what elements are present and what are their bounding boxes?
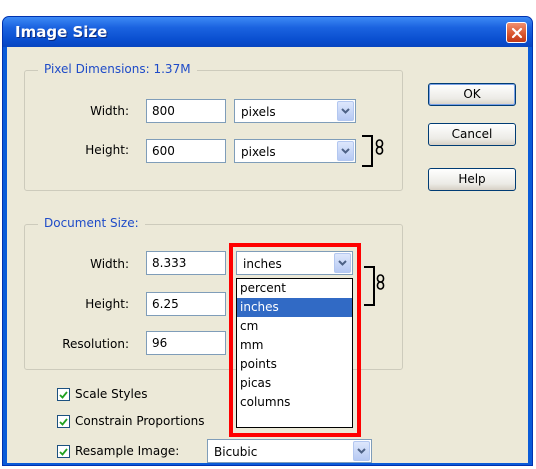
scale-styles-checkbox[interactable] xyxy=(57,388,70,401)
chevron-down-icon xyxy=(341,108,350,114)
resolution-label: Resolution: xyxy=(62,337,129,351)
resolution-input[interactable]: 96 xyxy=(146,331,226,355)
title-bar[interactable]: Image Size xyxy=(3,17,532,47)
pixel-dimensions-size: 1.37M xyxy=(153,62,191,76)
scale-styles-label[interactable]: Scale Styles xyxy=(75,387,148,401)
constrain-proportions-checkbox[interactable] xyxy=(57,415,70,428)
doc-width-label: Width: xyxy=(90,257,129,271)
chevron-down-icon xyxy=(357,448,366,454)
chain-link-icon xyxy=(376,274,385,290)
image-size-dialog: Image Size Pixel Dimensions: 1.37M Width… xyxy=(2,16,533,466)
doc-width-input[interactable]: 8.333 xyxy=(146,251,226,275)
doc-height-label: Height: xyxy=(85,297,129,311)
resample-image-checkbox[interactable] xyxy=(57,445,70,458)
dropdown-button[interactable] xyxy=(337,101,354,121)
constrain-bracket xyxy=(364,266,375,306)
pixel-dimensions-group: Pixel Dimensions: 1.37M xyxy=(24,62,403,191)
pixel-dimensions-label: Pixel Dimensions: 1.37M xyxy=(38,62,197,76)
dialog-body: Pixel Dimensions: 1.37M Width: 800 pixel… xyxy=(7,47,528,463)
pixel-height-label: Height: xyxy=(85,143,129,157)
dialog-title: Image Size xyxy=(15,23,108,41)
resample-method-select[interactable]: Bicubic xyxy=(207,439,372,463)
pixel-width-unit-value: pixels xyxy=(241,105,276,119)
pixel-width-unit-select[interactable]: pixels xyxy=(234,99,356,123)
chevron-down-icon xyxy=(341,148,350,154)
cancel-button[interactable]: Cancel xyxy=(428,123,516,146)
close-button[interactable] xyxy=(506,22,527,43)
dropdown-button[interactable] xyxy=(353,441,370,461)
document-size-label: Document Size: xyxy=(38,216,145,230)
chain-link-icon xyxy=(375,139,384,155)
pixel-height-unit-value: pixels xyxy=(241,145,276,159)
checkmark-icon xyxy=(59,390,68,399)
doc-height-input[interactable]: 6.25 xyxy=(146,292,226,316)
checkmark-icon xyxy=(59,417,68,426)
resample-image-label[interactable]: Resample Image: xyxy=(75,444,179,458)
pixel-height-unit-select[interactable]: pixels xyxy=(234,139,356,163)
pixel-height-input[interactable]: 600 xyxy=(146,139,226,163)
dropdown-button[interactable] xyxy=(337,141,354,161)
pixel-width-input[interactable]: 800 xyxy=(146,99,226,123)
ok-button[interactable]: OK xyxy=(428,83,516,106)
resample-method-value: Bicubic xyxy=(214,445,258,459)
constrain-bracket xyxy=(362,135,373,167)
checkmark-icon xyxy=(59,447,68,456)
constrain-proportions-label[interactable]: Constrain Proportions xyxy=(75,414,205,428)
pixel-width-label: Width: xyxy=(90,104,129,118)
close-icon xyxy=(511,27,522,38)
dropdown-highlight-box xyxy=(229,243,361,437)
help-button[interactable]: Help xyxy=(428,168,516,191)
